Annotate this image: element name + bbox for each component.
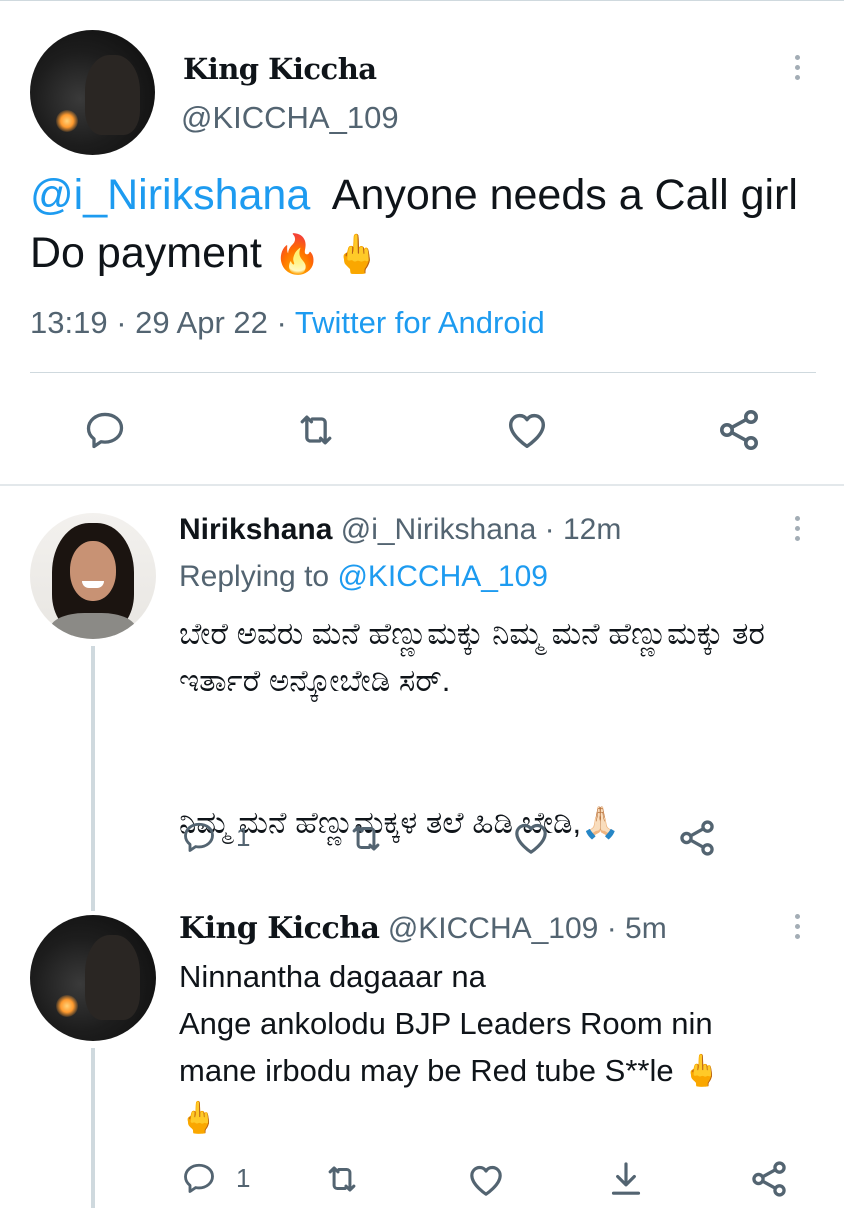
more-options-icon[interactable] — [794, 914, 800, 939]
reply-count: 1 — [236, 1162, 251, 1193]
reply-avatar[interactable] — [30, 513, 156, 639]
avatar-figure — [85, 55, 140, 135]
retweet-button[interactable] — [320, 1160, 364, 1198]
share-icon — [680, 820, 714, 856]
share-button[interactable] — [748, 1158, 790, 1200]
meta-separator: · — [276, 305, 287, 340]
reply-header: Nirikshana @i_Nirikshana · 12m — [179, 513, 621, 547]
download-button[interactable] — [606, 1158, 646, 1200]
meta-separator: · — [606, 912, 617, 945]
retweet-button[interactable] — [344, 819, 388, 857]
share-icon — [720, 410, 758, 450]
reply-age[interactable]: 12m — [563, 513, 621, 546]
middle-finger-emoji-icon: 🖕 — [682, 1053, 721, 1088]
share-icon — [752, 1161, 786, 1197]
like-button[interactable] — [511, 818, 551, 858]
thread-line — [91, 646, 95, 911]
meta-separator: · — [116, 305, 127, 340]
avatar-lighter-glow — [56, 995, 78, 1017]
share-button[interactable] — [714, 406, 764, 454]
middle-finger-emoji-icon: 🖕 — [179, 1100, 218, 1135]
retweet-icon — [328, 1166, 356, 1192]
retweet-icon — [300, 415, 332, 445]
reply-icon — [184, 1163, 214, 1193]
more-options-icon[interactable] — [794, 55, 800, 80]
reply-avatar[interactable] — [30, 915, 156, 1041]
middle-finger-emoji-icon: 🖕 — [333, 234, 381, 276]
avatar-lighter-glow — [56, 110, 78, 132]
folded-hands-emoji-icon: 🙏🏻 — [581, 805, 620, 840]
reply-text: ಬೇರೆ ಅವರು ಮನೆ ಹೆಣ್ಣುಮಕ್ಕು ನಿಮ್ಮ ಮನೆ ಹೆಣ್… — [179, 616, 765, 698]
reply-icon — [86, 412, 124, 449]
like-button[interactable] — [466, 1160, 506, 1200]
tweet-source[interactable]: Twitter for Android — [295, 305, 545, 340]
meta-divider — [30, 372, 816, 373]
mention-link[interactable]: @i_Nirikshana — [30, 171, 310, 219]
reply-header: King Kiccha @KICCHA_109 · 5m — [179, 911, 667, 946]
reply-author-name[interactable]: Nirikshana — [179, 513, 332, 546]
reply-text: Ninnantha dagaaar na Ange ankolodu BJP L… — [179, 953, 809, 1141]
reply-button[interactable]: 1 — [180, 1160, 250, 1196]
share-button[interactable] — [676, 817, 718, 859]
thread-line — [91, 1048, 95, 1208]
avatar-shirt — [50, 613, 136, 639]
top-divider — [0, 0, 844, 1]
replying-label: Replying to — [179, 560, 330, 593]
replying-to: Replying to @KICCHA_109 — [179, 560, 548, 594]
reply-body: Ninnantha dagaaar na Ange ankolodu BJP L… — [179, 959, 713, 1088]
fire-emoji-icon: 🔥 — [273, 234, 322, 276]
author-avatar[interactable] — [30, 30, 155, 155]
like-button[interactable] — [503, 407, 551, 453]
avatar-figure — [85, 935, 140, 1020]
avatar-smile — [82, 581, 104, 588]
author-handle[interactable]: @KICCHA_109 — [181, 100, 399, 136]
reply-button[interactable] — [82, 408, 128, 452]
tweet-date[interactable]: 29 Apr 22 — [135, 305, 268, 340]
reply-age[interactable]: 5m — [625, 912, 667, 945]
reply-icon — [184, 822, 214, 852]
section-divider — [0, 484, 844, 486]
like-icon — [508, 413, 546, 449]
tweet-text: @i_Nirikshana Anyone needs a Call girl D… — [30, 166, 820, 284]
tweet-meta: 13:19 · 29 Apr 22 · Twitter for Android — [30, 305, 545, 341]
reply-author-handle[interactable]: @KICCHA_109 — [388, 912, 599, 945]
reply-count: 1 — [236, 821, 251, 852]
replying-mention[interactable]: @KICCHA_109 — [337, 560, 548, 593]
author-name[interactable]: King Kiccha — [183, 52, 377, 86]
tweet-time[interactable]: 13:19 — [30, 305, 108, 340]
reply-author-name[interactable]: King Kiccha — [179, 911, 380, 946]
meta-separator: · — [544, 513, 555, 546]
reply-author-handle[interactable]: @i_Nirikshana — [341, 513, 537, 546]
like-icon — [515, 823, 547, 854]
retweet-icon — [352, 825, 380, 851]
avatar-face — [70, 541, 116, 601]
more-options-icon[interactable] — [794, 516, 800, 541]
download-icon — [611, 1162, 641, 1195]
reply-button[interactable]: 1 — [180, 819, 250, 855]
retweet-button[interactable] — [290, 408, 342, 452]
like-icon — [470, 1165, 502, 1196]
